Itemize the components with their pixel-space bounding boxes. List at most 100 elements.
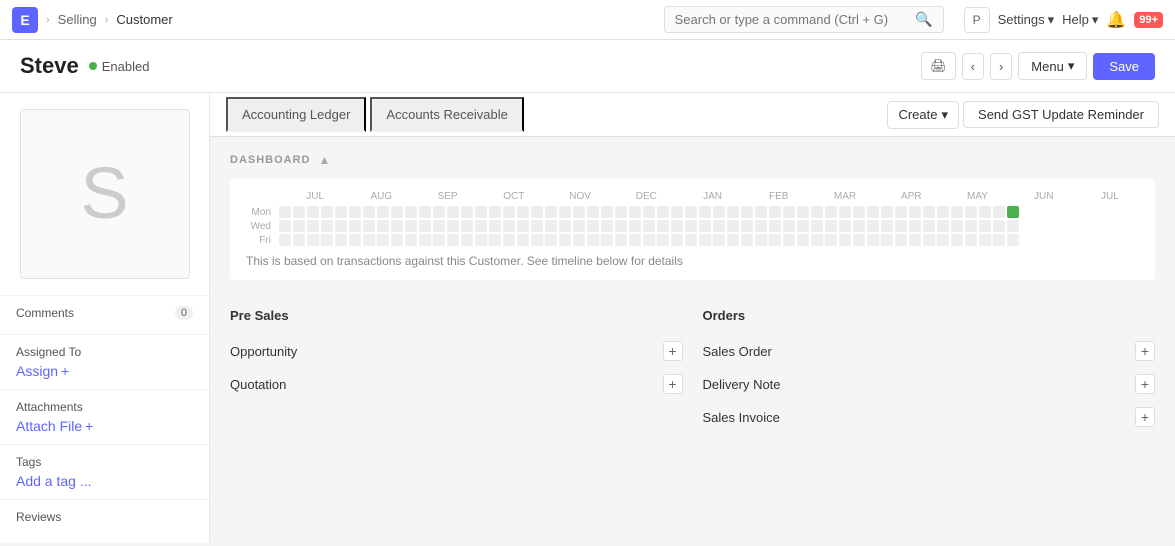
page-actions: 🖨 ‹ › Menu ▾ Save	[921, 52, 1155, 80]
heatmap-cell	[783, 206, 795, 218]
heatmap-cell	[545, 206, 557, 218]
create-chevron-icon: ▾	[942, 107, 949, 123]
heatmap-cell	[965, 220, 977, 232]
avatar: S	[20, 109, 190, 279]
heatmap-cell	[881, 220, 893, 232]
heatmap-cell	[531, 234, 543, 246]
create-button[interactable]: Create ▾	[887, 101, 959, 129]
heatmap-cell	[895, 234, 907, 246]
heatmap-cell	[335, 220, 347, 232]
assigned-to-label: Assigned To	[16, 345, 193, 359]
heatmap-row: Fri	[242, 234, 1143, 246]
heatmap-cell	[489, 220, 501, 232]
heatmap-cell	[699, 234, 711, 246]
heatmap-month-label: APR	[878, 191, 944, 202]
heatmap-cell	[643, 220, 655, 232]
heatmap-cell	[601, 234, 613, 246]
add-tag-link[interactable]: Add a tag ...	[16, 473, 193, 489]
heatmap-month-label: AUG	[348, 191, 414, 202]
heatmap-months: JULAUGSEPOCTNOVDECJANFEBMARAPRMAYJUNJUL	[282, 191, 1143, 202]
breadcrumb-selling[interactable]: Selling	[58, 12, 97, 27]
add-delivery-note-button[interactable]: +	[1135, 374, 1155, 394]
opportunity-label: Opportunity	[230, 344, 297, 359]
heatmap-cell	[699, 220, 711, 232]
heatmap-cell	[853, 234, 865, 246]
heatmap-cell	[279, 206, 291, 218]
heatmap-cell	[377, 206, 389, 218]
assign-link[interactable]: Assign +	[16, 363, 193, 379]
heatmap-cell	[419, 220, 431, 232]
add-quotation-button[interactable]: +	[663, 374, 683, 394]
status-badge: Enabled	[89, 59, 150, 74]
heatmap-cell	[321, 206, 333, 218]
heatmap-cell	[867, 206, 879, 218]
heatmap-cell	[909, 220, 921, 232]
heatmap-cell	[293, 206, 305, 218]
user-avatar-badge[interactable]: P	[964, 7, 990, 33]
heatmap-cell	[517, 206, 529, 218]
heatmap-cell	[979, 234, 991, 246]
pre-sales-title: Pre Sales	[230, 308, 683, 323]
menu-button[interactable]: Menu ▾	[1018, 52, 1087, 80]
heatmap-cell	[321, 234, 333, 246]
heatmap-cell	[881, 234, 893, 246]
heatmap-cell	[951, 234, 963, 246]
heatmap-cell	[979, 206, 991, 218]
heatmap-cell	[755, 206, 767, 218]
heatmap-cell	[657, 206, 669, 218]
heatmap-cell	[811, 206, 823, 218]
dashboard-header: DASHBOARD ▲	[230, 153, 1155, 167]
send-gst-button[interactable]: Send GST Update Reminder	[963, 101, 1159, 128]
heatmap-cell	[629, 220, 641, 232]
print-button[interactable]: 🖨	[921, 52, 956, 80]
heatmap-cell	[727, 234, 739, 246]
heatmap-cell	[545, 234, 557, 246]
heatmap-cell	[937, 220, 949, 232]
heatmap-cell	[811, 234, 823, 246]
heatmap-cell	[867, 234, 879, 246]
status-dot-icon	[89, 62, 97, 70]
pre-sales-section: Pre Sales Opportunity + Quotation +	[230, 308, 683, 434]
heatmap-cell	[363, 220, 375, 232]
help-menu[interactable]: Help ▾	[1062, 12, 1098, 28]
attach-file-link[interactable]: Attach File +	[16, 418, 193, 434]
heatmap-cell	[769, 220, 781, 232]
heatmap-cell	[923, 234, 935, 246]
page-title-area: Steve Enabled	[20, 53, 149, 79]
dashboard-title: DASHBOARD	[230, 154, 311, 166]
heatmap-cell	[797, 220, 809, 232]
heatmap-cell	[307, 234, 319, 246]
search-bar[interactable]: 🔍	[664, 6, 944, 33]
heatmap-cell	[881, 206, 893, 218]
quotation-label: Quotation	[230, 377, 286, 392]
heatmap-cell	[965, 234, 977, 246]
heatmap-cell	[363, 206, 375, 218]
heatmap-cell	[279, 234, 291, 246]
add-sales-order-button[interactable]: +	[1135, 341, 1155, 361]
add-opportunity-button[interactable]: +	[663, 341, 683, 361]
add-sales-invoice-button[interactable]: +	[1135, 407, 1155, 427]
heatmap-cell	[923, 220, 935, 232]
tags-label: Tags	[16, 455, 193, 469]
heatmap-cell	[615, 220, 627, 232]
notification-icon[interactable]: 🔔	[1106, 10, 1126, 30]
heatmap-cell	[503, 234, 515, 246]
dashboard-collapse-icon[interactable]: ▲	[319, 153, 331, 167]
heatmap-cell	[405, 220, 417, 232]
list-item: Opportunity +	[230, 335, 683, 368]
tab-accounts-receivable[interactable]: Accounts Receivable	[370, 97, 523, 132]
settings-menu[interactable]: Settings ▾	[998, 12, 1055, 28]
heatmap-cell	[825, 206, 837, 218]
prev-button[interactable]: ‹	[962, 53, 984, 80]
assigned-to-section: Assigned To Assign +	[0, 334, 209, 389]
list-item: Sales Invoice +	[703, 401, 1156, 434]
heatmap-grid: MonWedFri	[242, 206, 1143, 246]
save-button[interactable]: Save	[1093, 53, 1155, 80]
search-input[interactable]	[675, 12, 910, 27]
sidebar: S Comments 0 Assigned To Assign + Attach…	[0, 93, 210, 543]
heatmap-cell	[671, 206, 683, 218]
tab-accounting-ledger[interactable]: Accounting Ledger	[226, 97, 366, 132]
heatmap-cell	[643, 206, 655, 218]
next-button[interactable]: ›	[990, 53, 1012, 80]
heatmap-cell	[839, 220, 851, 232]
